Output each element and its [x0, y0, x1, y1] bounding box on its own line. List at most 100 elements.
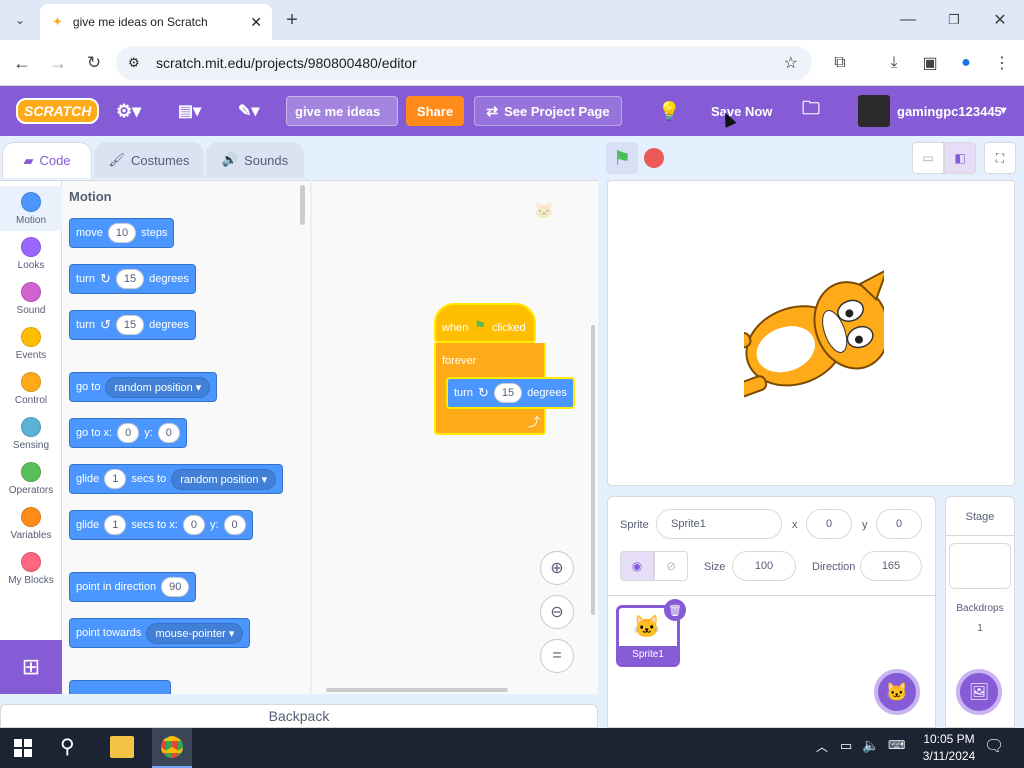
zoom-out-button[interactable]: ⊖ — [540, 595, 574, 629]
when-flag-clicked-block[interactable]: when ⚑ clicked — [434, 303, 536, 343]
tab-sounds[interactable]: 🔊 Sounds — [206, 142, 304, 178]
tab-search-icon[interactable]: ⌄ — [6, 6, 34, 34]
turn-right-block[interactable]: turn ↻ 15 degrees — [69, 264, 196, 294]
block-input[interactable]: 15 — [115, 269, 145, 289]
forward-icon[interactable]: → — [44, 49, 72, 77]
settings-menu-icon[interactable]: ⚙▾ — [116, 86, 141, 136]
search-icon[interactable]: ⚲ — [60, 734, 75, 759]
bookmark-star-icon[interactable]: ☆ — [784, 53, 798, 73]
block-input[interactable]: 0 — [182, 515, 205, 535]
go-to-block[interactable]: go to random position ▾ — [69, 372, 218, 402]
green-flag-button[interactable]: ⚑ — [606, 142, 638, 174]
tray-chevron-up-icon[interactable]: ︿ — [816, 738, 828, 755]
fullscreen-button[interactable]: ⛶ — [984, 142, 1016, 174]
point-towards-block[interactable]: point towards mouse-pointer ▾ — [69, 618, 251, 648]
palette-scrollbar[interactable] — [300, 185, 305, 225]
small-stage-button[interactable]: ▭ — [912, 142, 944, 174]
go-to-xy-block[interactable]: go to x: 0 y: 0 — [69, 418, 187, 448]
horizontal-scrollbar[interactable] — [326, 688, 508, 692]
delete-sprite-button[interactable]: 🗑 — [664, 599, 686, 621]
block-input[interactable]: 1 — [104, 515, 127, 535]
network-icon[interactable]: ▭ — [840, 738, 852, 754]
stage-select-panel[interactable]: Stage Backdrops 1 🖼 — [945, 496, 1015, 728]
save-now-button[interactable]: Save Now — [711, 86, 772, 136]
zoom-in-button[interactable]: ⊕ — [540, 551, 574, 585]
sprite-name-input[interactable]: Sprite1 — [656, 509, 782, 539]
volume-icon[interactable]: 🔈 — [862, 737, 879, 754]
glide-xy-block[interactable]: glide 1 secs to x: 0 y: 0 — [69, 510, 253, 540]
turn-left-block[interactable]: turn ↺ 15 degrees — [69, 310, 196, 340]
category-variables[interactable]: Variables — [0, 501, 62, 546]
account-chevron-down-icon[interactable]: ▼ — [998, 86, 1009, 136]
edit-menu-icon[interactable]: ✎▾ — [238, 86, 259, 136]
category-looks[interactable]: Looks — [0, 231, 62, 276]
script-workspace[interactable]: 🐱 when ⚑ clicked forever ⤴ turn ↻ 15 deg… — [312, 180, 598, 694]
choose-sprite-button[interactable]: 🐱 — [874, 669, 920, 715]
block-input[interactable]: 15 — [115, 315, 145, 335]
stage-canvas[interactable] — [607, 180, 1015, 486]
category-sound[interactable]: Sound — [0, 276, 62, 321]
scratch-logo[interactable]: SCRATCH — [16, 98, 100, 124]
windows-start-icon[interactable] — [14, 739, 32, 757]
browser-tab[interactable]: ✦ give me ideas on Scratch ✕ — [40, 4, 272, 40]
tutorials-icon[interactable]: 💡 — [658, 86, 680, 136]
project-title-input[interactable]: give me ideas — [286, 96, 398, 126]
chrome-taskbar-icon[interactable] — [152, 728, 192, 768]
category-control[interactable]: Control — [0, 366, 62, 411]
extensions-icon[interactable]: ⧉ — [826, 49, 854, 77]
add-extension-button[interactable]: ⊞ — [0, 640, 62, 694]
go-to-dropdown[interactable]: random position ▾ — [105, 376, 211, 398]
direction-input[interactable]: 165 — [860, 551, 922, 581]
stop-button[interactable] — [644, 148, 664, 168]
block-input[interactable]: 0 — [223, 515, 246, 535]
restore-icon[interactable]: ❐ — [940, 6, 968, 34]
address-bar[interactable]: ⚙ scratch.mit.edu/projects/980800480/edi… — [116, 46, 812, 80]
file-explorer-icon[interactable] — [110, 736, 134, 758]
zoom-reset-button[interactable]: = — [540, 639, 574, 673]
choose-backdrop-button[interactable]: 🖼 — [956, 669, 1002, 715]
block-input[interactable]: 1 — [104, 469, 127, 489]
block-input[interactable]: 0 — [157, 423, 180, 443]
hide-sprite-button[interactable]: ⊘ — [654, 551, 688, 581]
account-username[interactable]: gamingpc123445 — [897, 86, 1002, 136]
new-tab-icon[interactable]: + — [278, 6, 306, 34]
my-stuff-icon[interactable]: 🗀 — [802, 86, 820, 136]
clock-date[interactable]: 3/11/2024 — [914, 749, 984, 763]
minimize-icon[interactable]: — — [894, 6, 922, 34]
normal-stage-button[interactable]: ◧ — [944, 142, 976, 174]
turn-right-script-block[interactable]: turn ↻ 15 degrees — [446, 377, 575, 409]
tab-costumes[interactable]: 🖌 Costumes — [94, 142, 204, 178]
reload-icon[interactable]: ↻ — [80, 49, 108, 77]
show-sprite-button[interactable]: ◉ — [620, 551, 654, 581]
backdrop-thumbnail[interactable] — [949, 543, 1011, 589]
category-operators[interactable]: Operators — [0, 456, 62, 501]
change-x-block[interactable] — [69, 680, 171, 694]
side-panel-icon[interactable]: ▣ — [916, 49, 944, 77]
category-sensing[interactable]: Sensing — [0, 411, 62, 456]
move-steps-block[interactable]: move 10 steps — [69, 218, 175, 248]
glide-dropdown[interactable]: random position ▾ — [171, 468, 277, 490]
point-towards-dropdown[interactable]: mouse-pointer ▾ — [146, 622, 244, 644]
tab-code[interactable]: ▰ Code — [2, 142, 92, 178]
category-events[interactable]: Events — [0, 321, 62, 366]
see-project-page-button[interactable]: ⇄ See Project Page — [474, 96, 622, 126]
backpack-bar[interactable]: Backpack — [0, 704, 598, 728]
size-input[interactable]: 100 — [732, 551, 796, 581]
block-input[interactable]: 15 — [493, 383, 523, 403]
y-input[interactable]: 0 — [876, 509, 922, 539]
x-input[interactable]: 0 — [806, 509, 852, 539]
site-info-icon[interactable]: ⚙ — [128, 55, 140, 71]
file-menu-icon[interactable]: ▤▾ — [178, 86, 201, 136]
point-in-direction-block[interactable]: point in direction 90 — [69, 572, 197, 602]
category-my-blocks[interactable]: My Blocks — [0, 546, 62, 591]
block-input[interactable]: 10 — [107, 223, 137, 243]
glide-to-block[interactable]: glide 1 secs to random position ▾ — [69, 464, 284, 494]
profile-icon[interactable]: ● — [952, 49, 980, 77]
chrome-menu-icon[interactable]: ⋮ — [988, 49, 1016, 77]
vertical-scrollbar[interactable] — [591, 325, 595, 615]
notifications-icon[interactable]: 🗨 — [984, 736, 1004, 756]
block-input[interactable]: 90 — [161, 577, 190, 597]
avatar[interactable] — [858, 95, 890, 127]
close-window-icon[interactable]: ✕ — [986, 6, 1014, 34]
keyboard-icon[interactable]: ⌨ — [888, 738, 905, 752]
